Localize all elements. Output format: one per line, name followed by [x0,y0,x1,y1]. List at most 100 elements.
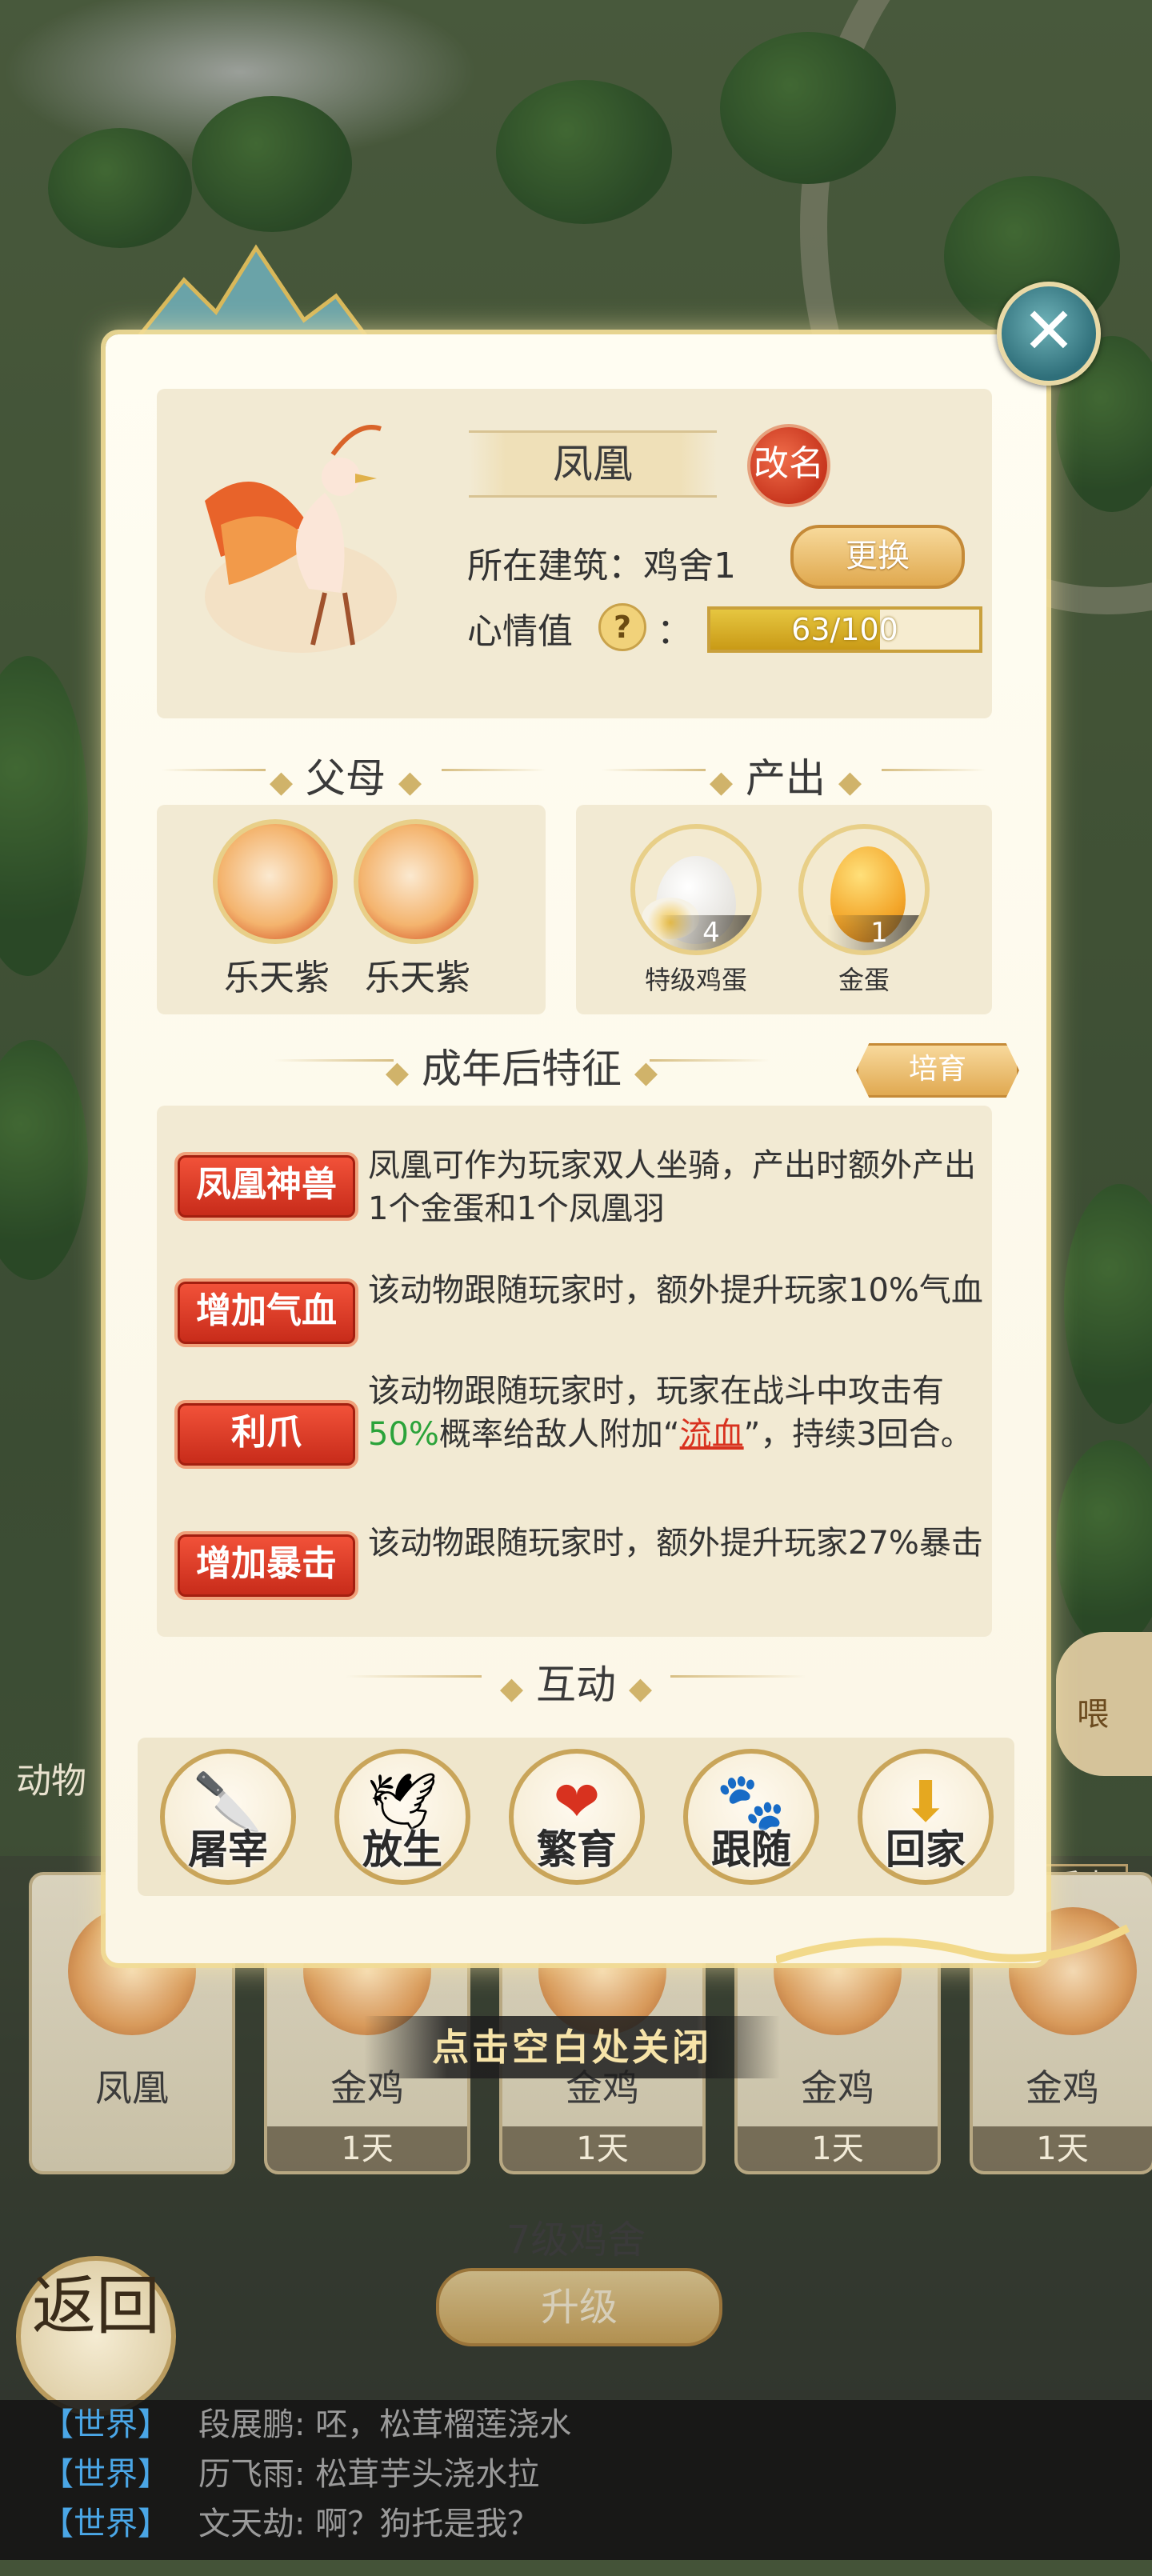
chat-line: 【世界】 段展鹏: 呸，松茸榴莲浇水 [42,2406,572,2443]
phoenix-portrait [205,425,397,653]
pet-detail-modal: 凤凰 改名 所在建筑：鸡舍1 更换 心情值 ? ： 63/100 ◆ 父母 ◆ … [106,334,1046,1963]
interaction-panel: 🔪 屠宰 🕊 放生 ❤ 繁育 🐾 跟随 ⬇ 回家 [138,1738,1014,1896]
output-count: 1 [827,915,925,950]
rename-button[interactable]: 改名 [747,424,830,507]
trait-description: 该动物跟随玩家时，额外提升玩家27%暴击 [368,1522,984,1565]
output-count: 4 [659,915,757,950]
coop-level-title: 7级鸡舍 [506,2218,646,2262]
breed-action-button[interactable]: ❤ 繁育 [509,1749,645,1885]
trait-text: ”，持续3回合。 [743,1416,973,1453]
feed-button[interactable]: 喂 [1056,1632,1152,1776]
upgrade-button[interactable]: 升级 [436,2268,722,2346]
parents-panel: 乐天紫 乐天紫 [157,805,546,1014]
title-divider [602,769,706,771]
traits-section-title: ◆ 成年后特征 ◆ [274,1037,770,1094]
mood-colon: ： [657,611,692,652]
trait-text: 凤凰可作为玩家双人坐骑，产出时额外产出1个金蛋和1个凤凰羽 [368,1147,976,1227]
action-label: 屠宰 [188,1826,268,1873]
output-panel: 4 特级鸡蛋 1 金蛋 [576,805,992,1014]
parents-title: 父母 [306,755,386,802]
chat-user: 段展鹏 [198,2406,294,2443]
mood-label: 心情值 [467,611,573,652]
bleed-link[interactable]: 流血 [680,1416,744,1453]
back-button[interactable]: 返回 [16,2256,176,2416]
chat-line: 【世界】 文天劫: 啊？狗托是我？ [42,2506,540,2542]
ornament-icon: ◆ [709,764,734,799]
mood-progress-bar: 63/100 [707,606,982,653]
ornament-icon: ◆ [628,1670,653,1706]
title-divider [882,769,986,771]
interact-section-title: ◆ 互动 ◆ [346,1653,806,1710]
title-divider [442,769,546,771]
title-divider [346,1675,482,1678]
trait-text: 该动物跟随玩家时，额外提升玩家10%气血 [368,1272,983,1309]
ornament-icon: ◆ [499,1670,524,1706]
animal-time: 1天 [738,2126,938,2171]
parents-section-title: ◆ 父母 ◆ [138,746,554,804]
animal-name: 凤凰 [95,2066,169,2110]
change-building-button[interactable]: 更换 [790,525,965,589]
trait-badge: 利爪 [174,1400,358,1469]
close-hint: 点击空白处关闭 [364,2016,780,2078]
title-divider [670,1675,806,1678]
chat-line: 【世界】 历飞雨: 松茸芋头浇水拉 [42,2456,540,2493]
trait-badge: 增加暴击 [174,1531,358,1600]
trait-text: 该动物跟随玩家时，额外提升玩家27%暴击 [368,1525,983,1562]
release-button[interactable]: 🕊 放生 [334,1749,470,1885]
slaughter-button[interactable]: 🔪 屠宰 [160,1749,296,1885]
trait-badge: 增加气血 [174,1278,358,1347]
chat-user: 历飞雨 [198,2456,294,2493]
title-divider [162,769,266,771]
ornament-icon: ◆ [838,764,862,799]
parent-name: 乐天紫 [224,958,330,998]
title-divider [650,1059,770,1062]
close-icon[interactable]: ✕ [997,282,1101,386]
action-label: 回家 [886,1826,966,1873]
world-chat[interactable]: 【世界】 段展鹏: 呸，松茸榴莲浇水 【世界】 历飞雨: 松茸芋头浇水拉 【世界】文… [0,2400,1152,2560]
trait-description: 该动物跟随玩家时，玩家在战斗中攻击有 50%概率给敌人附加“流血”，持续3回合。 [368,1370,984,1456]
chat-user: 文天劫 [198,2506,294,2542]
action-label: 跟随 [711,1826,791,1873]
trait-description: 凤凰可作为玩家双人坐骑，产出时额外产出1个金蛋和1个凤凰羽 [368,1144,984,1230]
animal-time: 1天 [973,2126,1152,2171]
building-label: 所在建筑：鸡舍1 [467,546,736,586]
output-item[interactable]: 1 金蛋 [792,824,936,997]
chat-message: 松茸芋头浇水拉 [315,2456,540,2493]
chat-message: 啊？狗托是我？ [315,2506,540,2542]
chat-channel: 【世界】 [42,2456,170,2493]
help-icon[interactable]: ? [598,603,646,651]
chat-channel: 【世界】 [42,2506,170,2542]
chicken-avatar [213,819,338,944]
ornament-icon: ◆ [398,764,422,799]
animal-time: 1天 [267,2126,467,2171]
animal-time: 1天 [502,2126,702,2171]
trait-percent: 50% [368,1416,439,1453]
traits-title: 成年后特征 [422,1046,622,1092]
output-section-title: ◆ 产出 ◆ [578,746,994,804]
action-label: 繁育 [537,1826,617,1873]
traits-panel: 凤凰神兽 凤凰可作为玩家双人坐骑，产出时额外产出1个金蛋和1个凤凰羽 增加气血 … [157,1106,992,1637]
gold-swirl-decoration [776,1924,1130,1964]
output-item[interactable]: 4 特级鸡蛋 [624,824,768,997]
chat-channel: 【世界】 [42,2406,170,2443]
ornament-icon: ◆ [269,764,294,799]
output-name: 金蛋 [838,965,890,995]
follow-button[interactable]: 🐾 跟随 [683,1749,819,1885]
interact-title: 互动 [536,1662,616,1708]
output-icon-ring: 4 [630,824,762,955]
parent-item[interactable]: 乐天紫 [213,819,341,1000]
action-label: 放生 [362,1826,442,1873]
parent-item[interactable]: 乐天紫 [354,819,482,1000]
mood-value: 63/100 [791,612,898,647]
trait-description: 该动物跟随玩家时，额外提升玩家10%气血 [368,1269,984,1312]
pet-info-panel: 凤凰 改名 所在建筑：鸡舍1 更换 心情值 ? ： 63/100 [157,389,992,718]
chicken-avatar [354,819,478,944]
animal-tab[interactable]: 动物 [16,1752,86,1803]
go-home-button[interactable]: ⬇ 回家 [858,1749,994,1885]
breed-button[interactable]: 培育 [856,1043,1019,1098]
title-divider [274,1059,394,1062]
output-icon-ring: 1 [798,824,930,955]
output-title: 产出 [746,755,826,802]
animal-name: 金鸡 [1026,2066,1099,2110]
trait-badge: 凤凰神兽 [174,1152,358,1221]
